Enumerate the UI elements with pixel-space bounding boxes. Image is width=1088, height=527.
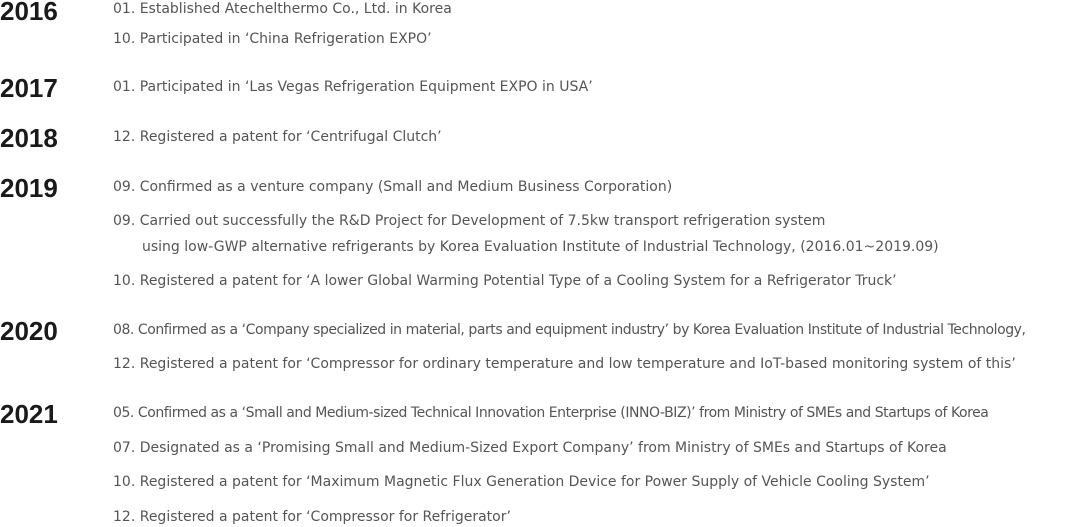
timeline-event: 12. Registered a patent for ‘Centrifugal… (113, 129, 442, 145)
year-label-2017: 2017 (0, 73, 58, 103)
timeline-event: 12. Registered a patent for ‘Compressor … (113, 356, 1016, 372)
timeline-event: 10. Registered a patent for ‘A lower Glo… (113, 273, 897, 289)
history-timeline: 2016 01. Established Atechelthermo Co., … (0, 0, 1088, 527)
timeline-event: 09. Confirmed as a venture company (Smal… (113, 179, 673, 195)
timeline-event: 08. Confirmed as a ‘Company specialized … (113, 322, 1026, 338)
timeline-event: 01. Established Atechelthermo Co., Ltd. … (113, 1, 452, 17)
year-label-2020: 2020 (0, 316, 58, 346)
timeline-event: 10. Registered a patent for ‘Maximum Mag… (113, 474, 930, 490)
timeline-event: 01. Participated in ‘Las Vegas Refrigera… (113, 79, 593, 95)
year-label-2016: 2016 (0, 0, 58, 26)
timeline-event-continuation: using low-GWP alternative refrigerants b… (142, 239, 939, 255)
year-label-2018: 2018 (0, 123, 58, 153)
year-label-2019: 2019 (0, 173, 58, 203)
timeline-event: 09. Carried out successfully the R&D Pro… (113, 213, 826, 229)
timeline-event: 07. Designated as a ‘Promising Small and… (113, 440, 947, 456)
timeline-event: 12. Registered a patent for ‘Compressor … (113, 509, 511, 525)
year-label-2021: 2021 (0, 399, 58, 429)
timeline-event: 10. Participated in ‘China Refrigeration… (113, 31, 432, 47)
timeline-event: 05. Confirmed as a ‘Small and Medium-siz… (113, 405, 989, 421)
